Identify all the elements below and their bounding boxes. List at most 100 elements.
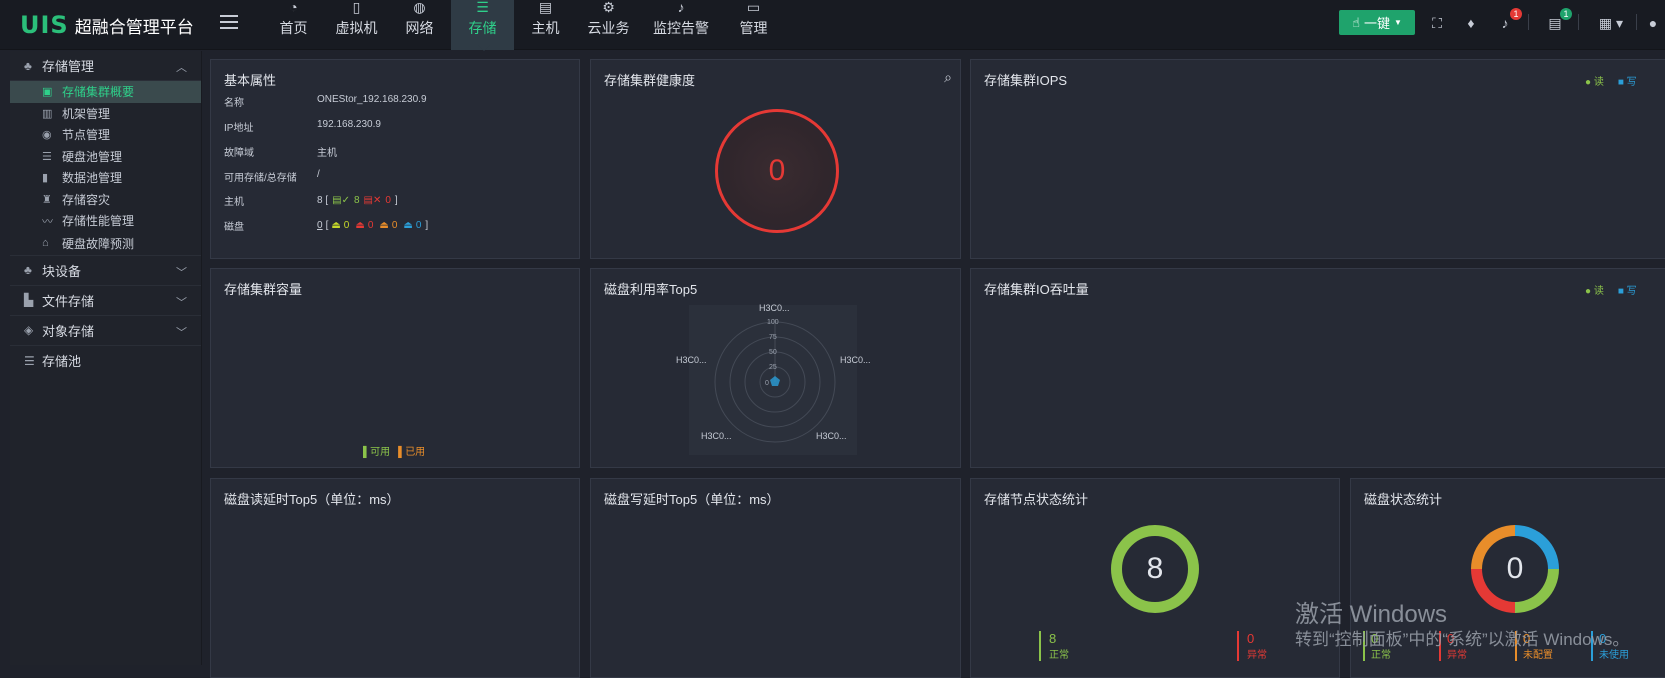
card-title: 存储集群健康度	[604, 73, 696, 88]
rack-icon: ▥	[42, 107, 53, 120]
alert-bell-icon[interactable]: ♪ 1	[1494, 8, 1522, 34]
logo[interactable]: UIS 超融合管理平台	[20, 11, 194, 39]
disk-usage-top5-card: 磁盘利用率Top5 100 75 50 25 0 H3C0... H3C0...…	[590, 268, 961, 468]
main-nav: ◔ 首页 ▯ 虚拟机 ◍ 网络 ☰ 存储 ▤ 主机 ⚙ 云业务 ♪ 监控告警 ▭ 管理	[262, 0, 785, 51]
nav-management[interactable]: ▭ 管理	[722, 0, 785, 50]
node-normal-stat: 8 正常	[1039, 631, 1069, 661]
io-throughput-card: 存储集群IO吞吐量 ● 读 ■ 写	[970, 268, 1665, 468]
sidebar-group-file-storage[interactable]: ▙ 文件存储 ﹀	[10, 286, 201, 316]
node-total: 8	[1146, 552, 1164, 585]
chevron-up-icon: ︿	[176, 62, 187, 74]
globe-icon: ◍	[413, 0, 426, 15]
search-icon[interactable]: ⌕	[944, 69, 952, 86]
sidebar-item-disk-pool[interactable]: ☰ 硬盘池管理	[10, 146, 201, 168]
chevron-down-icon: ﹀	[176, 266, 187, 279]
sidebar-group-storage-management[interactable]: ♣ 存储管理 ︿	[10, 51, 201, 81]
disk-pool-icon: ☰	[42, 150, 52, 163]
card-title: 磁盘写延时Top5（单位：ms）	[604, 492, 780, 507]
capacity-legend: ▌可用 ▌已用	[363, 443, 425, 458]
legend-used[interactable]: ▌已用	[398, 443, 425, 458]
prop-fault-domain: 故障域 主机	[224, 148, 337, 159]
card-title: 基本属性	[224, 73, 277, 88]
legend-write[interactable]: ■ 写	[1618, 73, 1637, 88]
card-title: 磁盘读延时Top5（单位：ms）	[224, 492, 400, 507]
database-icon: ☰	[476, 0, 489, 15]
sidebar-item-rack[interactable]: ▥ 机架管理	[10, 103, 201, 125]
divider	[1578, 14, 1579, 30]
divider	[1528, 14, 1529, 30]
vm-icon: ▯	[352, 0, 361, 15]
fullscreen-icon[interactable]: ⛶	[1426, 12, 1448, 34]
health-score: 0	[768, 154, 786, 187]
caret-down-icon: ▼	[1394, 18, 1402, 27]
radar-tick: 75	[769, 334, 777, 341]
top-bar: UIS 超融合管理平台 ◔ 首页 ▯ 虚拟机 ◍ 网络 ☰ 存储 ▤ 主机 ⚙ 云业务 ♪ 监…	[0, 0, 1665, 51]
layout-dropdown-icon[interactable]: ▦ ▾	[1594, 12, 1628, 34]
nav-vm[interactable]: ▯ 虚拟机	[325, 0, 388, 50]
sidebar-item-performance[interactable]: 〰存储性能管理	[10, 210, 201, 232]
chevron-down-icon: ﹀	[176, 296, 187, 309]
onekey-button[interactable]: ☝ 一键 ▼	[1339, 10, 1415, 35]
disk-total-link[interactable]: 0	[317, 220, 323, 231]
disk-normal-icon: ⏏	[331, 220, 341, 231]
disk-total: 0	[1506, 552, 1524, 585]
legend-read[interactable]: ● 读	[1585, 282, 1604, 297]
sitemap-icon: ♣	[24, 58, 32, 73]
performance-icon: 〰	[42, 215, 53, 228]
object-icon: ◈	[24, 323, 34, 337]
radar-label: H3C0...	[840, 355, 871, 365]
theme-shirt-icon[interactable]: ♦	[1460, 12, 1482, 34]
sidebar: ♣ 存储管理 ︿ ▣ 存储集群概要 ▥ 机架管理 ◉ 节点管理 ☰ 硬盘池管理 ▮ 数据池管理…	[10, 51, 202, 665]
read-latency-card: 磁盘读延时Top5（单位：ms）	[210, 478, 580, 678]
radar-tick: 100	[767, 319, 779, 326]
nav-cloud-service[interactable]: ⚙ 云业务	[577, 0, 640, 50]
radar-chart: 100 75 50 25 0 H3C0... H3C0... H3C0... H…	[676, 303, 871, 455]
sitemap-icon: ♣	[24, 263, 32, 277]
basic-properties-card: 基本属性 名称 ONEStor_192.168.230.9 IP地址 192.168…	[210, 59, 580, 259]
sidebar-item-data-pool[interactable]: ▮ 数据池管理	[10, 167, 201, 189]
card-title: 存储集群IOPS	[984, 73, 1068, 88]
nav-network[interactable]: ◍ 网络	[388, 0, 451, 50]
user-icon[interactable]: ●	[1642, 12, 1664, 34]
health-card: 存储集群健康度 ⌕ 0	[590, 59, 961, 259]
chevron-down-icon: ﹀	[176, 326, 187, 339]
logo-mark: UIS	[20, 11, 69, 39]
sidebar-group-storage-pool[interactable]: ☰ 存储池	[10, 346, 201, 376]
radar-label: H3C0...	[816, 431, 847, 441]
legend-write[interactable]: ■ 写	[1618, 282, 1637, 297]
legend-available[interactable]: ▌可用	[363, 443, 390, 458]
throughput-legend: ● 读 ■ 写	[1585, 282, 1637, 297]
radar-tick: 25	[769, 364, 777, 371]
divider	[1636, 14, 1637, 30]
node-abnormal-stat: 0 异常	[1237, 631, 1267, 661]
nav-host[interactable]: ▤ 主机	[514, 0, 577, 50]
hand-icon: ☝	[1352, 14, 1360, 30]
write-latency-card: 磁盘写延时Top5（单位：ms）	[590, 478, 961, 678]
sidebar-item-disk-failure-prediction[interactable]: ⌂ 硬盘故障预测	[10, 232, 201, 256]
task-badge: 1	[1560, 8, 1572, 20]
sidebar-item-disaster-recovery[interactable]: ♜ 存储容灾	[10, 189, 201, 211]
nav-monitor-alarm[interactable]: ♪ 监控告警	[640, 0, 722, 50]
menu-toggle-icon[interactable]	[220, 15, 238, 29]
database-icon: ☰	[24, 353, 35, 368]
sidebar-group-block-device[interactable]: ♣ 块设备 ﹀	[10, 256, 201, 286]
sidebar-item-node[interactable]: ◉ 节点管理	[10, 124, 201, 146]
nav-storage[interactable]: ☰ 存储	[451, 0, 514, 51]
iops-legend: ● 读 ■ 写	[1585, 73, 1637, 88]
task-icon[interactable]: ▤ 1	[1544, 8, 1572, 34]
node-status-card: 存储节点状态统计 8 8 正常 0 异常	[970, 478, 1340, 678]
sidebar-group-object-storage[interactable]: ◈ 对象存储 ﹀	[10, 316, 201, 346]
recovery-icon: ♜	[42, 193, 52, 206]
disk-unconfigured-icon: ⏏	[379, 220, 389, 231]
prop-name: 名称 ONEStor_192.168.230.9	[224, 94, 427, 109]
host-ok-icon: ▤✓	[332, 195, 350, 206]
legend-read[interactable]: ● 读	[1585, 73, 1604, 88]
sidebar-item-cluster-overview[interactable]: ▣ 存储集群概要	[10, 81, 201, 103]
radar-label: H3C0...	[701, 431, 732, 441]
nav-home[interactable]: ◔ 首页	[262, 0, 325, 50]
server-icon: ▤	[538, 0, 553, 15]
prop-disk: 磁盘 0 [ ⏏ 0 ⏏ 0 ⏏ 0 ⏏ 0 ]	[224, 220, 429, 233]
card-title: 存储集群容量	[224, 282, 303, 297]
disk-error-icon: ⏏	[355, 220, 365, 231]
cluster-icon: ▣	[42, 86, 53, 99]
